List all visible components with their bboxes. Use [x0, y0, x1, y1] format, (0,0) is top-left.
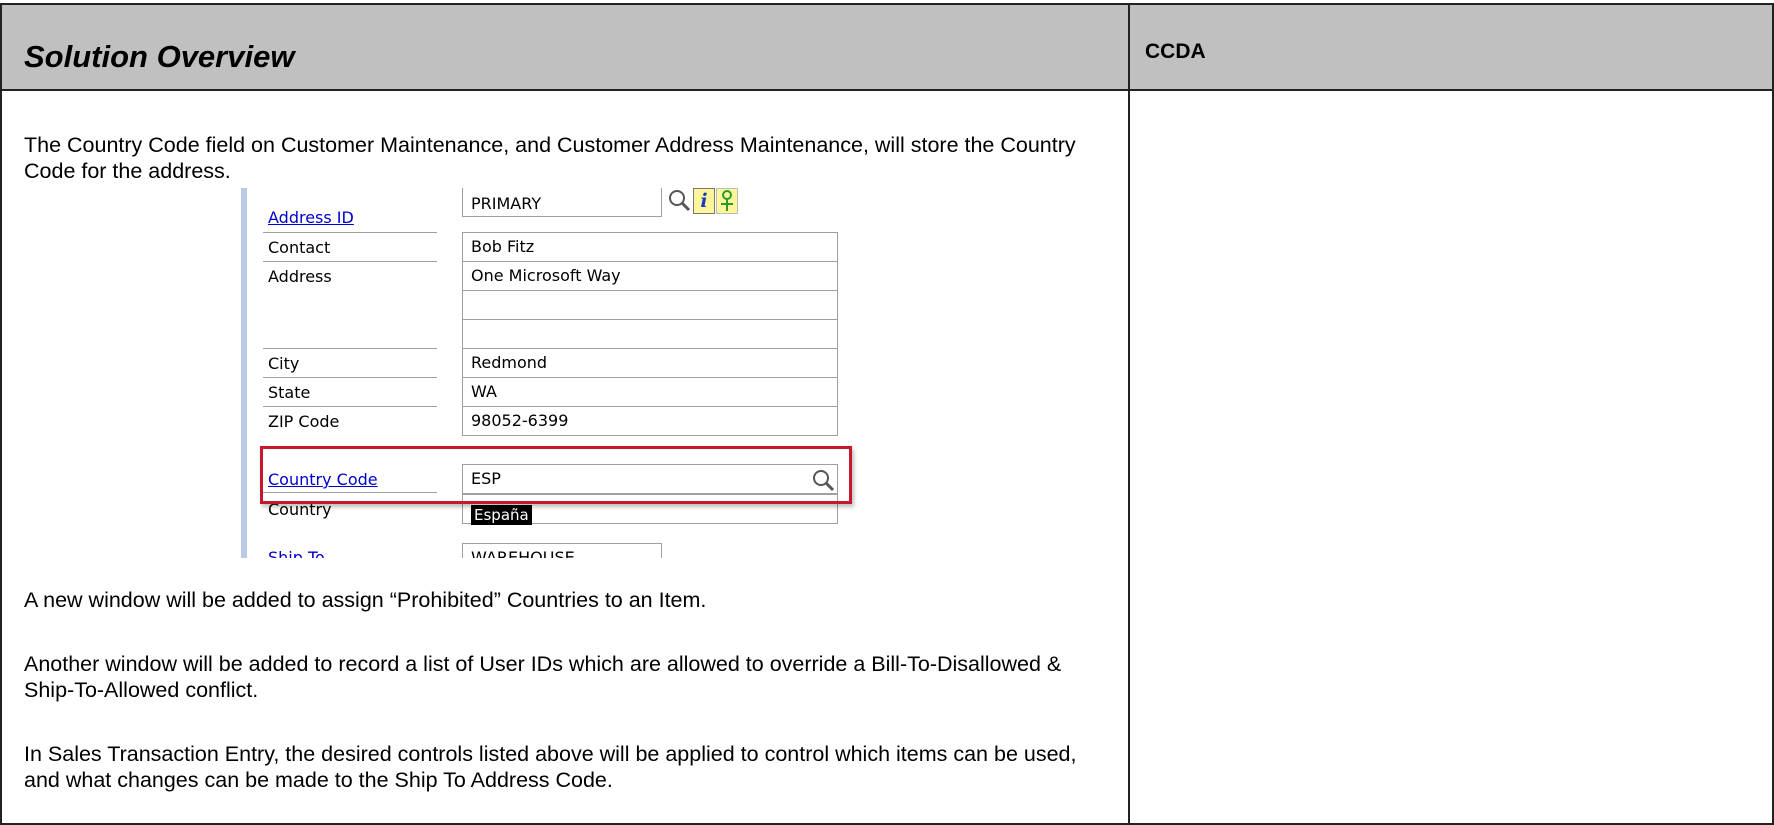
- address-id-label[interactable]: Address ID: [268, 208, 354, 227]
- city-field[interactable]: Redmond: [462, 348, 838, 378]
- row-separator: [263, 377, 437, 378]
- paragraph-user-ids: Another window will be added to record a…: [24, 652, 1062, 702]
- paragraph-country-code: The Country Code field on Customer Maint…: [24, 133, 1076, 183]
- address-line-2-field[interactable]: [462, 290, 838, 320]
- paragraph-prohibited-countries: A new window will be added to assign “Pr…: [24, 588, 707, 612]
- contact-field[interactable]: Bob Fitz: [462, 232, 838, 262]
- ship-to-field[interactable]: WAREHOUSE: [462, 543, 662, 558]
- row-separator: [263, 348, 437, 349]
- document-table: Solution Overview CCDA The Country Code …: [0, 3, 1774, 825]
- tree-icon-glyph: [721, 190, 733, 211]
- address-id-field[interactable]: PRIMARY: [462, 188, 662, 217]
- side-title: CCDA: [1145, 40, 1206, 63]
- column-divider: [1128, 5, 1130, 825]
- country-value: España: [471, 505, 532, 525]
- row-separator: [263, 406, 437, 407]
- ship-to-label[interactable]: Ship To: [268, 548, 325, 558]
- row-separator: [263, 232, 437, 233]
- row-separator: [263, 261, 437, 262]
- zip-code-label: ZIP Code: [268, 412, 340, 431]
- contact-label: Contact: [268, 238, 331, 257]
- paragraph-sales-transaction: In Sales Transaction Entry, the desired …: [24, 742, 1077, 792]
- zip-code-field[interactable]: 98052-6399: [462, 406, 838, 436]
- tree-icon[interactable]: [716, 188, 738, 214]
- lookup-icon[interactable]: [667, 188, 691, 212]
- country-code-highlight: [260, 446, 852, 504]
- window-left-edge: [241, 188, 247, 558]
- header-row: Solution Overview CCDA: [2, 5, 1772, 91]
- page-title: Solution Overview: [24, 39, 295, 74]
- state-field[interactable]: WA: [462, 377, 838, 407]
- embedded-screenshot: Address ID PRIMARY i Contact Bob Fitz Ad…: [241, 188, 897, 558]
- info-icon[interactable]: i: [693, 188, 715, 214]
- address-line-3-field[interactable]: [462, 319, 838, 349]
- address-line-1-field[interactable]: One Microsoft Way: [462, 261, 838, 291]
- address-label: Address: [268, 267, 332, 286]
- city-label: City: [268, 354, 300, 373]
- state-label: State: [268, 383, 311, 402]
